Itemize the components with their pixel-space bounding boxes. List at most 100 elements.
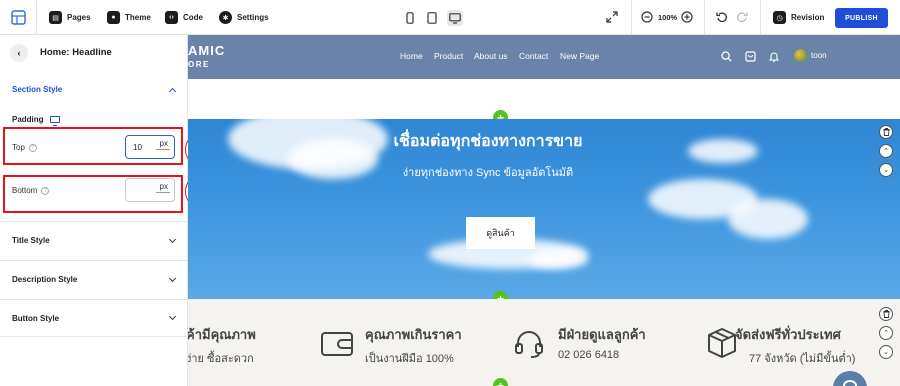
title-style-label: Title Style xyxy=(12,236,50,245)
description-style-section[interactable]: Description Style xyxy=(0,260,187,298)
nav-home[interactable]: Home xyxy=(400,51,423,61)
feature-2-title: คุณภาพเกินราคา xyxy=(365,327,462,342)
settings-label: Settings xyxy=(237,13,269,22)
delete-section-button[interactable] xyxy=(879,125,893,139)
publish-button[interactable]: PUBLISH xyxy=(835,8,888,28)
theme-button[interactable]: ● Theme xyxy=(107,11,151,24)
redo-icon xyxy=(737,12,748,23)
button-style-label: Button Style xyxy=(12,313,60,323)
mobile-view-button[interactable] xyxy=(402,10,418,26)
box-icon xyxy=(708,328,736,358)
chevron-up-icon xyxy=(168,87,177,95)
wallet-icon xyxy=(321,332,353,356)
features-section[interactable]: ค้ามีคุณภาพ ง่าย ซื้อสะดวก คุณภาพเกินราค… xyxy=(188,299,900,386)
search-icon[interactable] xyxy=(721,49,732,67)
trash-icon xyxy=(883,310,889,318)
code-label: Code xyxy=(183,13,203,22)
chevron-down-icon: ⌄ xyxy=(883,167,889,174)
panel-title: Home: Headline xyxy=(40,47,112,58)
move-up-button[interactable]: ⌃ xyxy=(879,326,893,340)
feature-2-subtitle: เป็นงานฝีมือ 100% xyxy=(365,353,454,365)
top-toolbar: ▤ Pages ● Theme ‹› Code ✱ Settings 100% … xyxy=(0,0,900,35)
undo-button[interactable] xyxy=(716,11,728,23)
chevron-up-icon: ⌃ xyxy=(883,330,889,337)
chat-icon xyxy=(843,380,857,386)
feature-1-title: ค้ามีคุณภาพ xyxy=(188,327,256,342)
zoom-out-icon xyxy=(641,11,653,23)
gear-icon: ✱ xyxy=(219,11,232,24)
tablet-icon xyxy=(427,12,437,24)
padding-heading: Padding xyxy=(12,115,60,126)
site-logo-top[interactable]: AMIC xyxy=(188,43,225,58)
zoom-in-icon xyxy=(681,11,693,23)
highlight-box-bottom xyxy=(3,175,183,213)
description-style-label: Description Style xyxy=(12,275,78,284)
fullscreen-button[interactable] xyxy=(606,11,618,23)
highlight-box-top xyxy=(3,127,183,165)
hero-subtitle[interactable]: ง่ายทุกช่องทาง Sync ข้อมูลอัตโนมัติ xyxy=(188,163,788,181)
site-logo-bottom[interactable]: ORE xyxy=(188,60,210,69)
padding-label: Padding xyxy=(12,115,44,124)
desktop-icon xyxy=(449,12,461,24)
redo-button[interactable] xyxy=(736,11,748,23)
theme-drop-icon: ● xyxy=(107,11,120,24)
expand-icon xyxy=(606,11,618,23)
user-name[interactable]: toon xyxy=(811,51,827,60)
button-style-section[interactable]: Button Style xyxy=(0,299,187,337)
zoom-level: 100% xyxy=(658,13,678,22)
delete-section-button[interactable] xyxy=(879,307,893,321)
zoom-out-button[interactable] xyxy=(641,11,653,23)
hero-shop-button[interactable]: ดูสินค้า xyxy=(466,217,535,249)
pages-icon: ▤ xyxy=(49,11,62,24)
tablet-view-button[interactable] xyxy=(424,10,440,26)
nav-product[interactable]: Product xyxy=(434,51,463,61)
feature-3-subtitle: 02 026 6418 xyxy=(558,349,620,361)
revision-button[interactable]: ◷ Revision xyxy=(773,11,824,24)
chevron-up-icon: ⌃ xyxy=(883,148,889,155)
pages-button[interactable]: ▤ Pages xyxy=(49,11,91,24)
move-down-button[interactable]: ⌄ xyxy=(879,345,893,359)
settings-button[interactable]: ✱ Settings xyxy=(219,11,269,24)
title-style-section[interactable]: Title Style xyxy=(0,221,187,259)
chevron-down-icon xyxy=(168,235,177,243)
bell-icon[interactable] xyxy=(768,49,780,67)
grid-logo-icon[interactable] xyxy=(11,10,26,25)
chevron-down-icon xyxy=(168,312,177,321)
settings-panel: ‹ Home: Headline Section Style Padding T… xyxy=(0,35,219,386)
undo-icon xyxy=(716,12,727,23)
site-navbar: AMIC ORE Home Product About us Contact N… xyxy=(188,35,900,79)
hero-section[interactable]: เชื่อมต่อทุกช่องทางการขาย ง่ายทุกช่องทาง… xyxy=(188,119,900,299)
move-down-button[interactable]: ⌄ xyxy=(879,163,893,177)
editor-window: ▤ Pages ● Theme ‹› Code ✱ Settings 100% … xyxy=(0,0,900,386)
nav-new-page[interactable]: New Page xyxy=(560,51,599,61)
feature-4-subtitle: 77 จังหวัด (ไม่มีขั้นต่ำ) xyxy=(749,353,856,365)
nav-about[interactable]: About us xyxy=(474,51,508,61)
nav-contact[interactable]: Contact xyxy=(519,51,548,61)
chevron-down-icon xyxy=(168,274,177,282)
desktop-icon xyxy=(49,116,60,126)
avatar[interactable] xyxy=(794,49,807,62)
hero-title[interactable]: เชื่อมต่อทุกช่องทางการขาย xyxy=(188,129,788,154)
section-style-header[interactable]: Section Style xyxy=(0,73,187,106)
chevron-down-icon: ⌄ xyxy=(883,349,889,356)
feature-3-title: มีฝ่ายดูแลลูกค้า xyxy=(558,327,646,342)
mobile-icon xyxy=(406,12,414,24)
desktop-view-button[interactable] xyxy=(447,10,463,26)
feature-4-title: จัดส่งฟรีทั่วประเทศ xyxy=(735,327,841,342)
theme-label: Theme xyxy=(125,13,151,22)
cart-icon[interactable] xyxy=(745,49,756,67)
feature-1-subtitle: ง่าย ซื้อสะดวก xyxy=(188,353,254,365)
pages-label: Pages xyxy=(67,13,91,22)
trash-icon xyxy=(883,128,889,136)
chevron-left-icon: ‹ xyxy=(17,48,21,58)
revision-label: Revision xyxy=(791,13,825,22)
history-icon: ◷ xyxy=(773,11,786,24)
back-button[interactable]: ‹ xyxy=(10,44,28,62)
headset-icon xyxy=(515,331,543,358)
code-button[interactable]: ‹› Code xyxy=(165,11,203,24)
preview-canvas: AMIC ORE Home Product About us Contact N… xyxy=(188,35,900,386)
move-up-button[interactable]: ⌃ xyxy=(879,144,893,158)
add-section-button[interactable]: + xyxy=(493,378,508,386)
zoom-in-button[interactable] xyxy=(681,11,693,23)
section-style-label: Section Style xyxy=(12,85,63,94)
